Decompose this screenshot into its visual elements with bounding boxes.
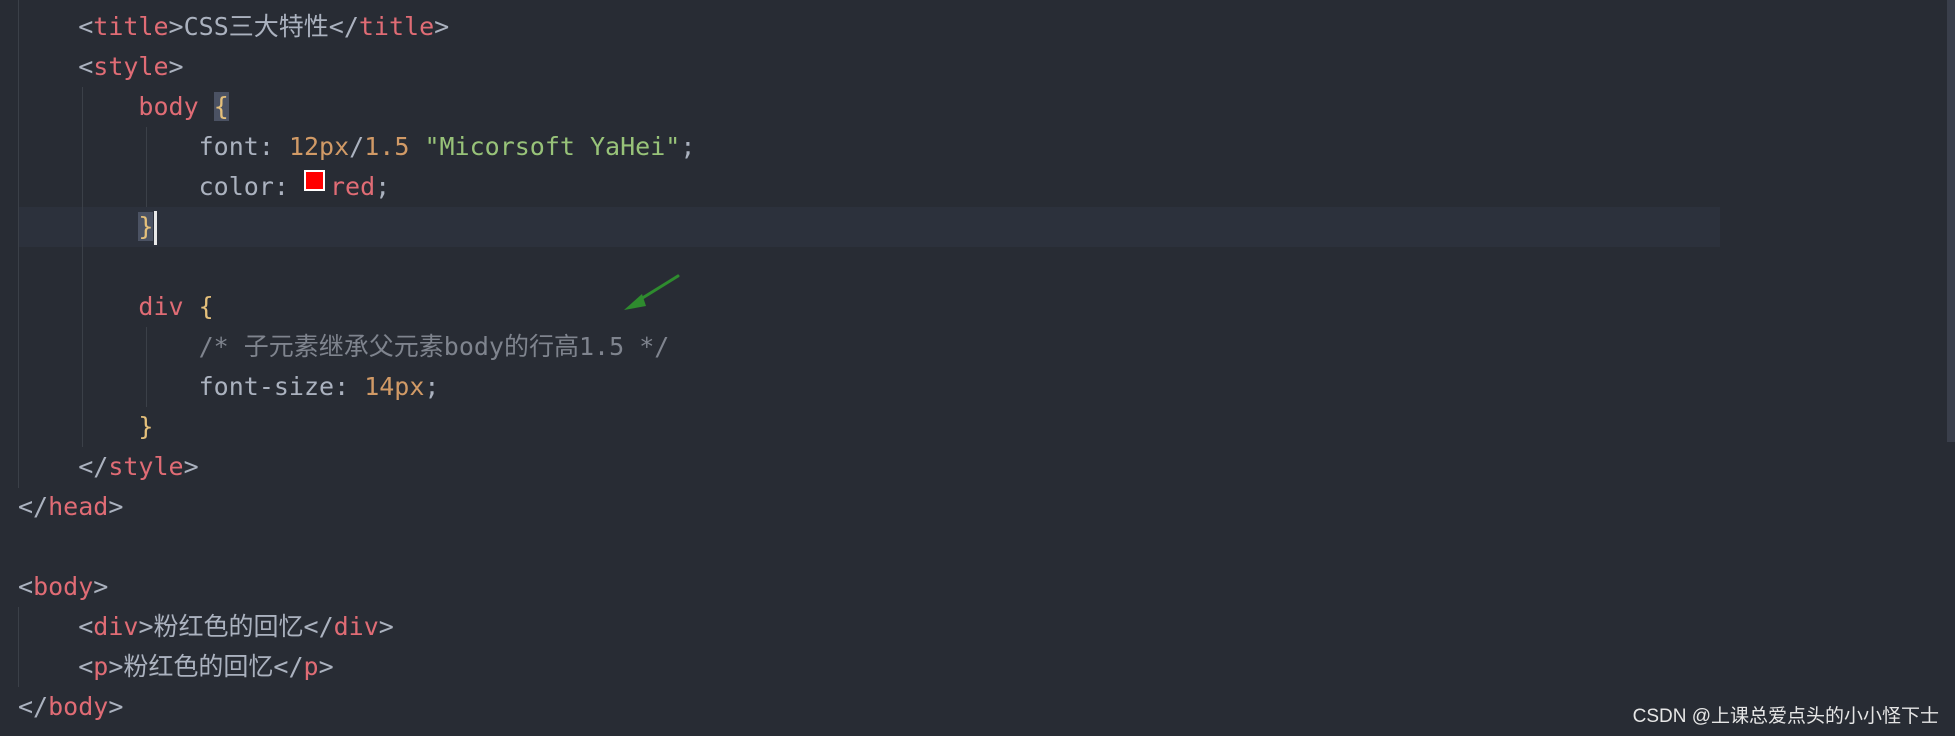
code-line-style-open: <style>	[78, 52, 184, 81]
code-line-body-open: <body>	[18, 572, 109, 601]
code-line-head-close: </head>	[18, 492, 124, 521]
code-line-style-close: </style>	[78, 452, 199, 481]
code-line-div-element: <div>粉红色的回忆</div>	[78, 612, 394, 641]
watermark: CSDN @上课总爱点头的小小怪下士	[1632, 706, 1939, 727]
code-line-comment: /* 子元素继承父元素body的行高1.5 */	[198, 332, 670, 361]
code-line-font: font: 12px/1.5 "Micorsoft YaHei";	[198, 132, 696, 161]
vertical-scrollbar[interactable]	[1947, 0, 1955, 442]
color-swatch[interactable]	[303, 170, 325, 191]
text-caret	[154, 211, 158, 245]
code-line-font-size: font-size: 14px;	[198, 372, 440, 401]
code-line-body-close-tag: </body>	[18, 692, 124, 721]
code-line-div-close: }	[138, 412, 154, 441]
annotation-arrow-icon	[624, 274, 680, 310]
code-line-color: color: red;	[198, 170, 391, 201]
code-line-p-element: <p>粉红色的回忆</p>	[78, 652, 334, 681]
code-line-body-selector: body {	[138, 92, 229, 121]
code-editor[interactable]: <title>CSS三大特性</title> <style> body { fo…	[0, 0, 1955, 736]
current-line-highlight	[18, 207, 1720, 247]
code-line-title: <title>CSS三大特性</title>	[78, 12, 450, 41]
code-line-div-selector: div {	[138, 292, 214, 321]
code-line-body-close: }	[18, 207, 158, 247]
